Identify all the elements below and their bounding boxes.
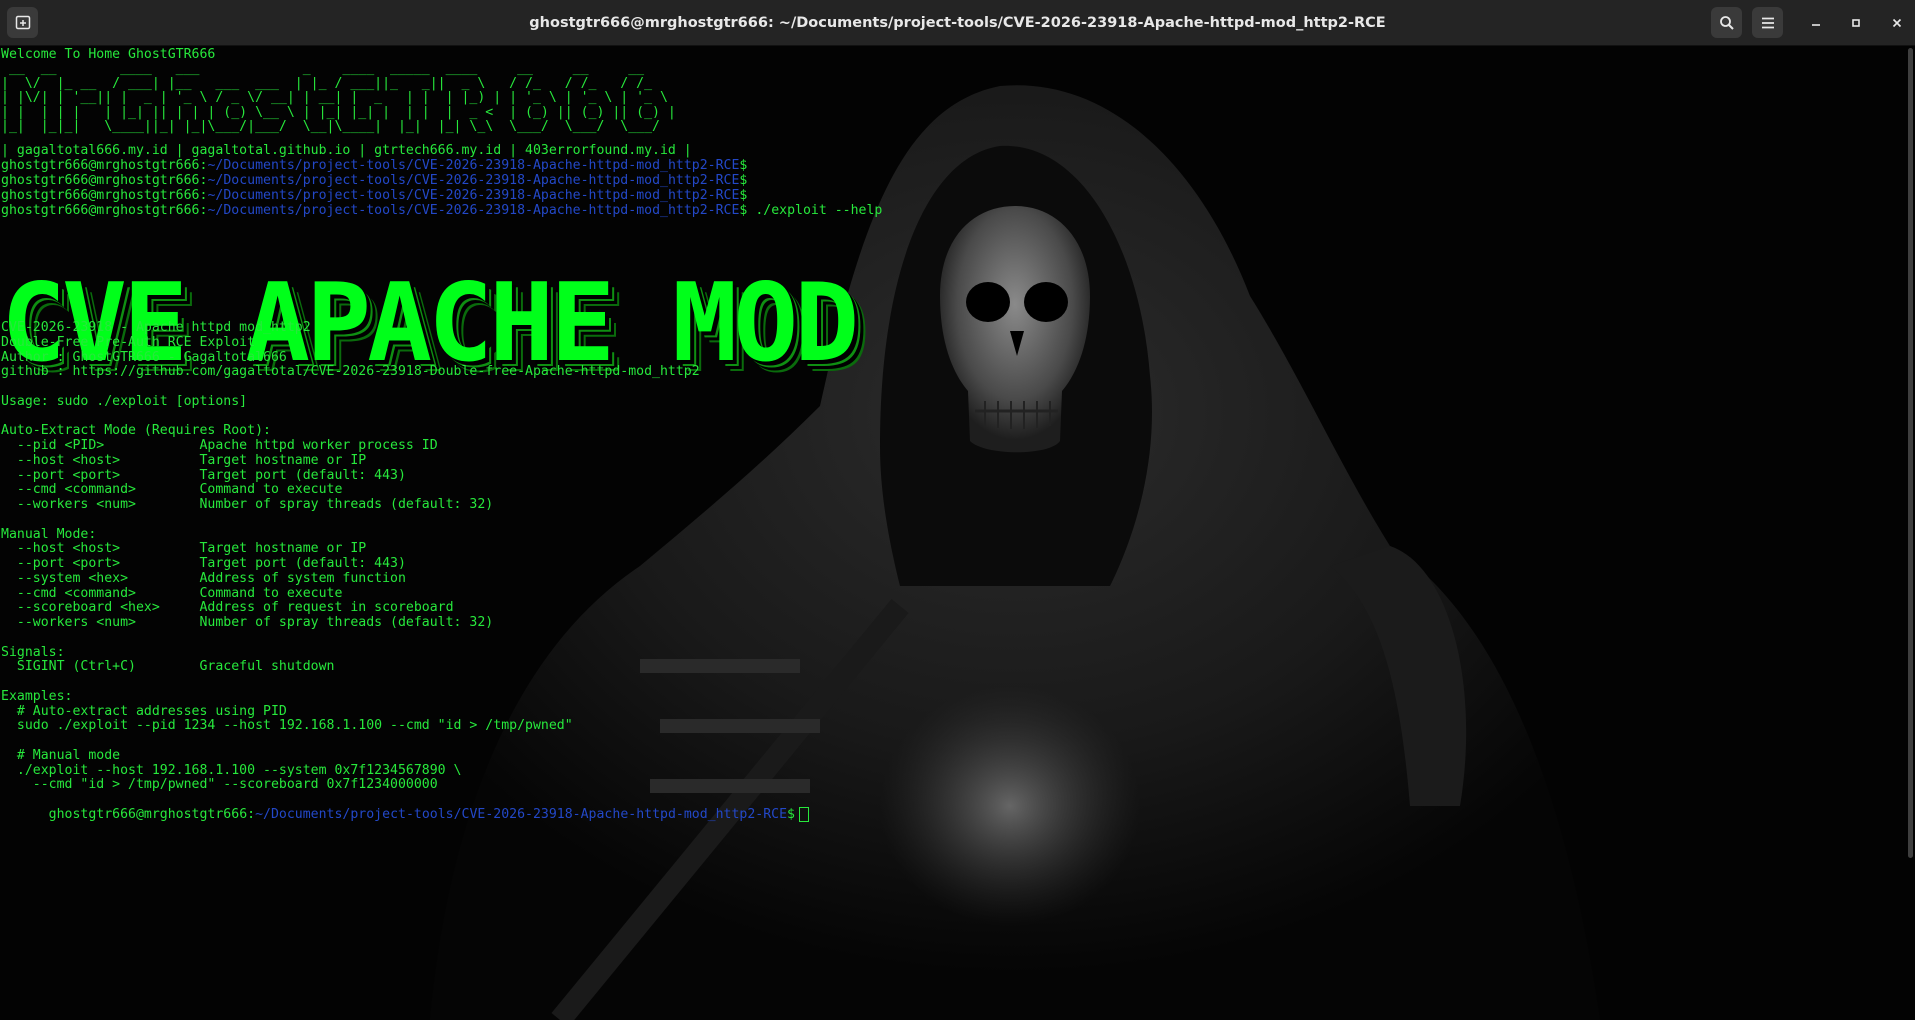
prompt-user: ghostgtr666@mrghostgtr666 bbox=[1, 188, 200, 203]
prompt-line: ghostgtr666@mrghostgtr666:~/Documents/pr… bbox=[1, 203, 883, 218]
prompt-path: ~/Documents/project-tools/CVE-2026-23918… bbox=[207, 188, 740, 203]
prompt-path: ~/Documents/project-tools/CVE-2026-23918… bbox=[207, 158, 740, 173]
prompt-path: ~/Documents/project-tools/CVE-2026-23918… bbox=[207, 203, 740, 218]
active-prompt-line[interactable]: ghostgtr666@mrghostgtr666:~/Documents/pr… bbox=[1, 788, 809, 822]
help-line: Usage: sudo ./exploit [options] bbox=[1, 393, 248, 409]
help-line: sudo ./exploit --pid 1234 --host 192.168… bbox=[1, 718, 573, 734]
prompt-path: ~/Documents/project-tools/CVE-2026-23918… bbox=[207, 173, 740, 188]
typed-command: ./exploit --help bbox=[755, 203, 883, 218]
prompt-symbol: $ bbox=[739, 158, 748, 173]
hamburger-menu-icon bbox=[1761, 17, 1774, 28]
prompt-user: ghostgtr666@mrghostgtr666 bbox=[1, 203, 200, 218]
help-line: --workers <num> Number of spray threads … bbox=[1, 615, 494, 630]
close-icon bbox=[1892, 18, 1901, 27]
menu-button[interactable] bbox=[1752, 7, 1783, 38]
prompt-symbol: $ bbox=[739, 173, 748, 188]
minimize-icon bbox=[1811, 23, 1820, 26]
new-tab-button[interactable] bbox=[7, 7, 38, 38]
prompt-user: ghostgtr666@mrghostgtr666 bbox=[1, 158, 200, 173]
terminal-scrollbar[interactable] bbox=[1908, 48, 1913, 858]
help-line: SIGINT (Ctrl+C) Graceful shutdown bbox=[1, 659, 335, 675]
prompt-user: ghostgtr666@mrghostgtr666 bbox=[1, 173, 200, 188]
prompt-symbol: $ bbox=[787, 807, 795, 822]
prompt-symbol: $ bbox=[739, 203, 748, 218]
window-title: ghostgtr666@mrghostgtr666: ~/Documents/p… bbox=[529, 14, 1386, 31]
new-tab-icon bbox=[15, 15, 30, 29]
reaper-smoke bbox=[880, 686, 1140, 926]
help-line: --workers <num> Number of spray threads … bbox=[1, 497, 494, 512]
search-button[interactable] bbox=[1711, 7, 1742, 38]
prompt-user: ghostgtr666@mrghostgtr666 bbox=[48, 807, 248, 822]
minimize-button[interactable] bbox=[1800, 7, 1831, 38]
close-button[interactable] bbox=[1881, 7, 1912, 38]
maximize-button[interactable] bbox=[1840, 7, 1871, 38]
terminal-view[interactable]: Welcome To Home GhostGTR666 __ __ ____ _… bbox=[0, 46, 1915, 1020]
window-titlebar: ghostgtr666@mrghostgtr666: ~/Documents/p… bbox=[0, 0, 1915, 46]
search-icon bbox=[1719, 15, 1734, 30]
help-line: github : https://github.com/gagaltotal/C… bbox=[1, 364, 700, 380]
text-cursor[interactable] bbox=[799, 806, 809, 822]
prompt-path: ~/Documents/project-tools/CVE-2026-23918… bbox=[255, 807, 788, 822]
prompt-symbol: $ bbox=[739, 188, 748, 203]
maximize-icon bbox=[1851, 18, 1860, 27]
ascii-art-row: |_| |_|_| \____||_| |_|\___/|___/ \__|\_… bbox=[1, 119, 660, 135]
